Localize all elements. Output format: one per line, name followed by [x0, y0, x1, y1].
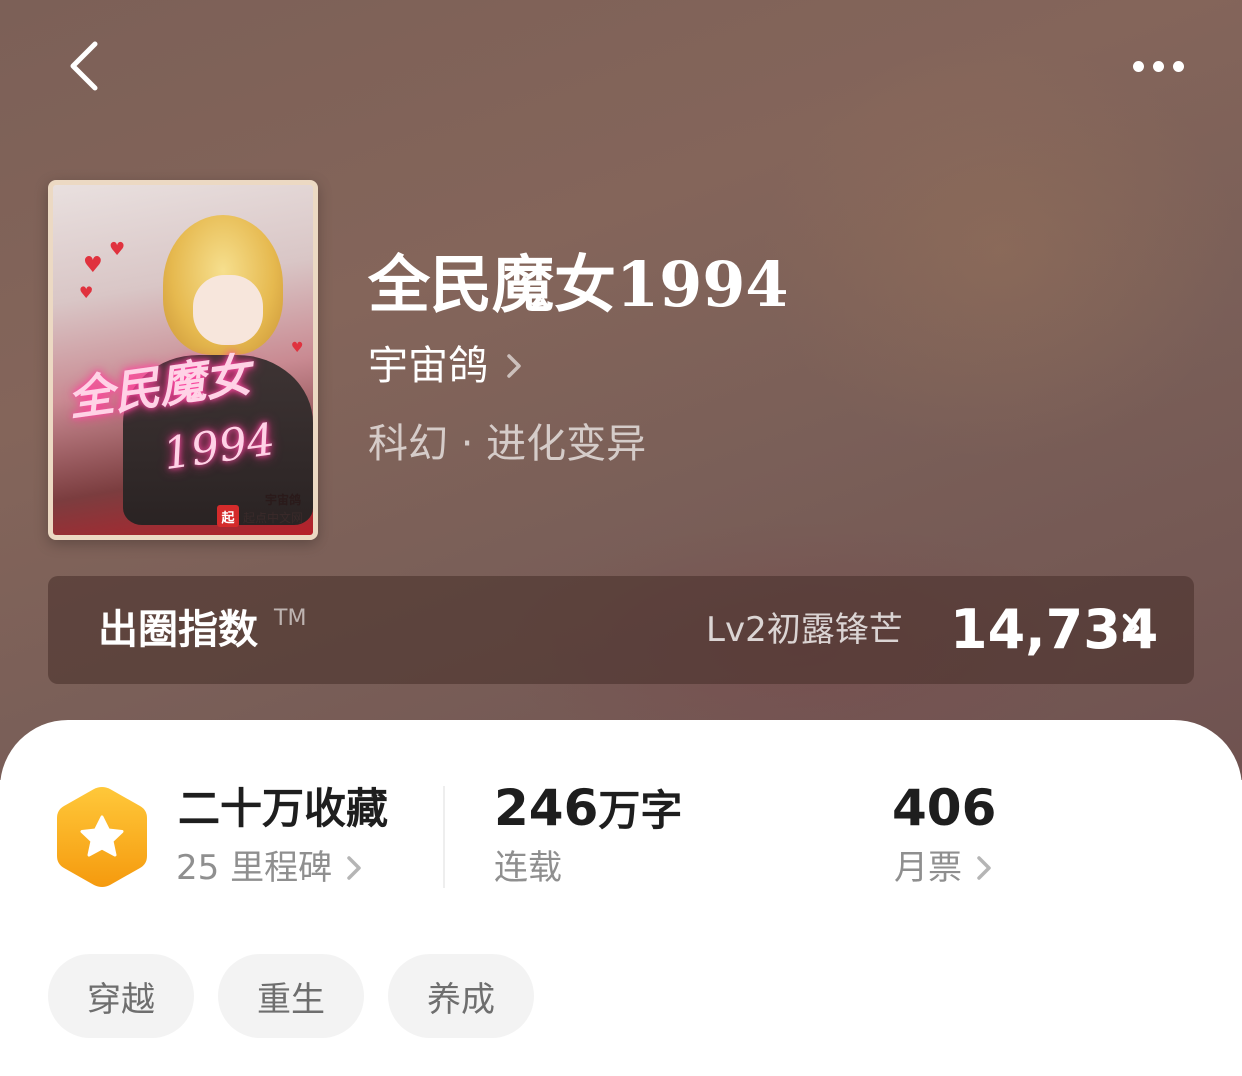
trademark-mark: TM	[274, 606, 307, 631]
heart-icon: ♥	[109, 239, 126, 260]
more-dots-icon	[1132, 60, 1144, 72]
cover-art	[193, 275, 263, 345]
more-dot	[1172, 60, 1184, 72]
word-count-unit: 万字	[598, 786, 683, 835]
chevron-left-icon	[70, 41, 98, 91]
monthly-ticket-count: 406	[892, 778, 996, 838]
monthly-ticket-label: 月票	[894, 848, 962, 888]
chevron-right-icon	[507, 354, 521, 378]
cover-author: 宇宙鸽	[265, 493, 302, 507]
popularity-index-bar[interactable]: 出圈指数 TM Lv2初露锋芒 14,734	[48, 576, 1194, 684]
serial-status: 连载	[494, 848, 562, 889]
monthly-ticket-number: 406	[892, 779, 997, 837]
more-dot	[1152, 60, 1164, 72]
publisher-name: 起点中文网	[243, 511, 304, 525]
chevron-right-icon	[977, 856, 991, 881]
heart-icon: ♥	[79, 283, 94, 302]
index-level: Lv2初露锋芒	[706, 610, 903, 650]
background-glow	[760, 40, 1240, 460]
more-button[interactable]	[1120, 44, 1196, 88]
book-genre: 科幻 · 进化变异	[368, 421, 647, 467]
serial-status-label: 连载	[494, 848, 562, 888]
tag-list: 穿越 重生 养成	[48, 954, 534, 1038]
back-button[interactable]	[56, 36, 112, 96]
word-count-number: 246	[494, 779, 599, 837]
stat-divider	[443, 786, 445, 888]
tag-chip[interactable]: 穿越	[48, 954, 194, 1038]
star-hexagon-icon	[57, 787, 147, 887]
collection-title: 二十万收藏	[178, 784, 389, 833]
monthly-ticket-link[interactable]: 月票	[894, 848, 992, 889]
author-name: 宇宙鸽	[368, 343, 488, 389]
milestone-label: 25 里程碑	[176, 848, 333, 888]
chevron-right-icon	[347, 856, 361, 881]
milestone-link[interactable]: 25 里程碑	[176, 848, 362, 889]
word-count: 246万字	[494, 778, 682, 838]
tag-chip[interactable]: 重生	[218, 954, 364, 1038]
index-label: 出圈指数	[98, 607, 258, 653]
book-cover[interactable]: ♥ ♥ ♥ ♥ 全民魔女 1994 宇宙鸽 起 起点中文网	[48, 180, 318, 540]
heart-icon: ♥	[83, 253, 103, 278]
tag-chip[interactable]: 养成	[388, 954, 534, 1038]
publisher-logo: 起	[217, 505, 239, 527]
book-title: 全民魔女1994	[368, 248, 789, 321]
chevron-right-icon	[1122, 613, 1140, 643]
author-link[interactable]: 宇宙鸽	[368, 342, 522, 390]
